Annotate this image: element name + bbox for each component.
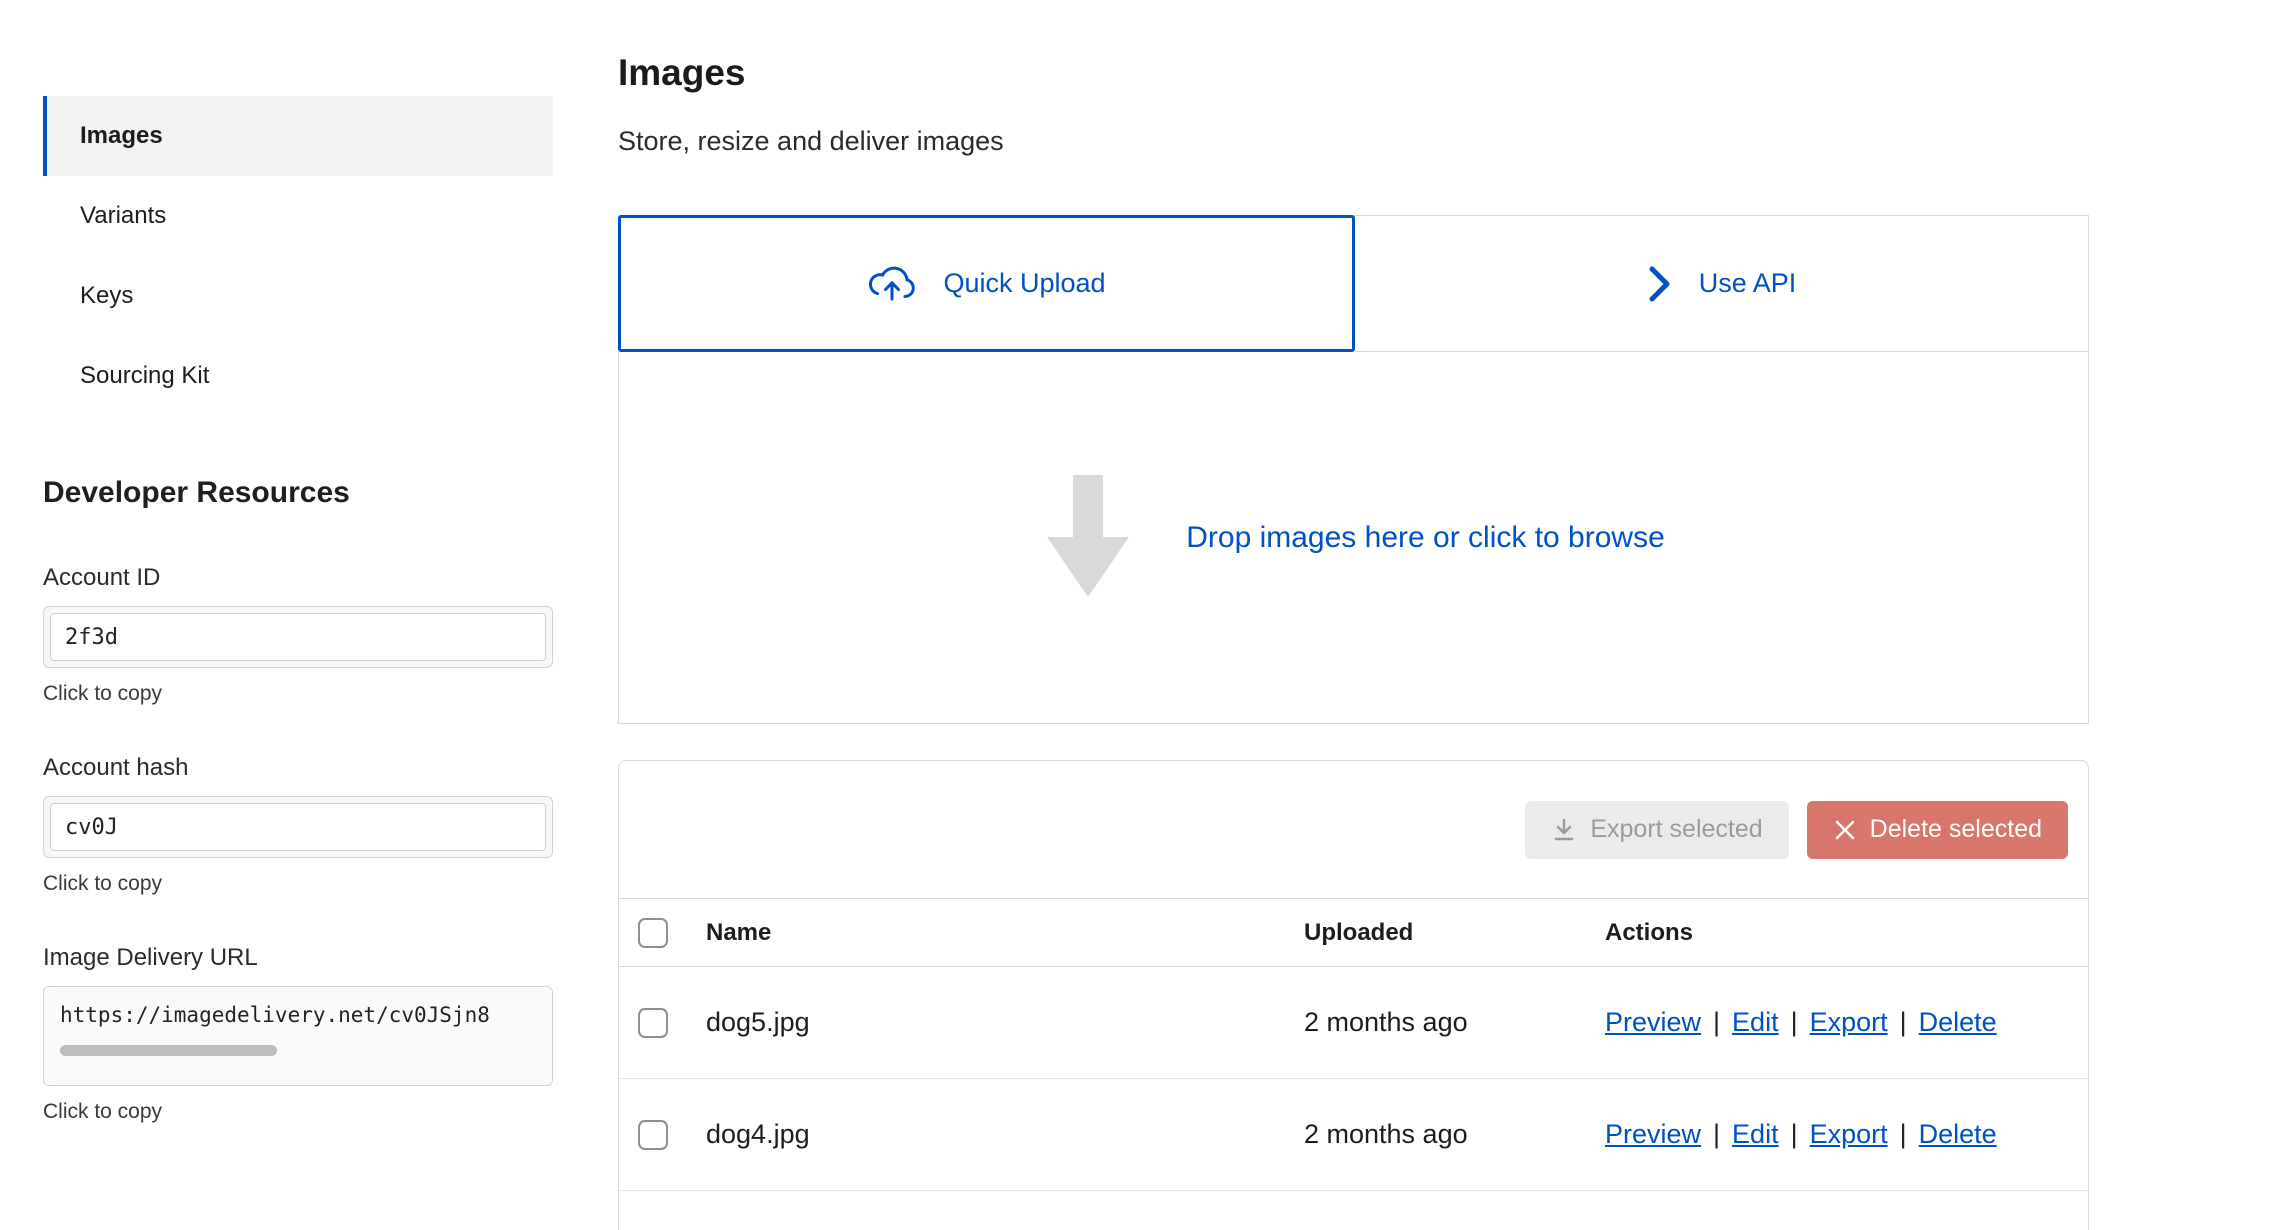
chevron-right-icon (1647, 264, 1673, 304)
account-hash-value-box: cv0J (50, 803, 546, 851)
sidebar-item-keys[interactable]: Keys (43, 256, 553, 336)
export-selected-label: Export selected (1590, 815, 1762, 844)
delivery-url-copy-hint: Click to copy (43, 1100, 553, 1124)
cloud-upload-icon (867, 265, 917, 303)
sidebar-item-label: Keys (80, 282, 133, 310)
delete-link[interactable]: Delete (1919, 1119, 1997, 1149)
page-title: Images (618, 52, 2089, 94)
uploaded-time: 2 months ago (1304, 1119, 1605, 1150)
sidebar-item-label: Images (80, 122, 163, 150)
column-header-actions: Actions (1605, 919, 2088, 947)
account-id-value: 2f3d (65, 625, 118, 650)
account-id-value-box: 2f3d (50, 613, 546, 661)
export-selected-button[interactable]: Export selected (1525, 801, 1788, 859)
delete-selected-button[interactable]: Delete selected (1807, 801, 2068, 859)
account-hash-label: Account hash (43, 754, 553, 782)
action-separator: | (1713, 1119, 1720, 1149)
developer-resources-heading: Developer Resources (43, 476, 553, 510)
table-row: dog4.jpg 2 months ago Preview | Edit | Expor… (619, 1079, 2088, 1191)
tab-quick-upload[interactable]: Quick Upload (618, 215, 1355, 352)
delivery-url-field: Image Delivery URL https://imagedelivery… (43, 944, 553, 1124)
action-separator: | (1713, 1007, 1720, 1037)
action-separator: | (1900, 1007, 1907, 1037)
action-separator: | (1900, 1119, 1907, 1149)
delivery-url-label: Image Delivery URL (43, 944, 553, 972)
dropzone-text: Drop images here or click to browse (1186, 521, 1665, 555)
file-name: dog5.jpg (706, 1007, 1304, 1038)
account-id-copy-hint: Click to copy (43, 682, 553, 706)
upload-tabs: Quick Upload Use API (618, 215, 2089, 352)
row-actions: Preview | Edit | Export | Delete (1605, 1119, 2088, 1150)
sidebar-item-sourcing-kit[interactable]: Sourcing Kit (43, 336, 553, 416)
page-subtitle: Store, resize and deliver images (618, 126, 2089, 157)
dropzone[interactable]: Drop images here or click to browse (618, 352, 2089, 724)
export-link[interactable]: Export (1810, 1119, 1888, 1149)
delete-link[interactable]: Delete (1919, 1007, 1997, 1037)
tab-use-api[interactable]: Use API (1355, 215, 2089, 352)
sidebar-item-variants[interactable]: Variants (43, 176, 553, 256)
select-all-checkbox[interactable] (638, 918, 668, 948)
table-row: dog5.jpg 2 months ago Preview | Edit | Expor… (619, 967, 2088, 1079)
preview-link[interactable]: Preview (1605, 1007, 1701, 1037)
table-toolbar: Export selected Delete selected (619, 761, 2088, 898)
download-icon (1551, 817, 1577, 843)
edit-link[interactable]: Edit (1732, 1119, 1779, 1149)
column-header-uploaded: Uploaded (1304, 919, 1605, 947)
sidebar-item-label: Variants (80, 202, 166, 230)
sidebar: Images Variants Keys Sourcing Kit Develo… (43, 96, 553, 1124)
row-checkbox[interactable] (638, 1008, 668, 1038)
row-actions: Preview | Edit | Export | Delete (1605, 1007, 2088, 1038)
edit-link[interactable]: Edit (1732, 1007, 1779, 1037)
sidebar-item-label: Sourcing Kit (80, 362, 209, 390)
account-id-input[interactable]: 2f3d (43, 606, 553, 668)
export-link[interactable]: Export (1810, 1007, 1888, 1037)
preview-link[interactable]: Preview (1605, 1119, 1701, 1149)
account-hash-value: cv0J (65, 815, 118, 840)
account-hash-copy-hint: Click to copy (43, 872, 553, 896)
images-table-card: Export selected Delete selected Name Upl… (618, 760, 2089, 1230)
action-separator: | (1791, 1007, 1798, 1037)
row-checkbox[interactable] (638, 1120, 668, 1150)
sidebar-item-images[interactable]: Images (43, 96, 553, 176)
horizontal-scrollbar[interactable] (60, 1045, 277, 1056)
uploaded-time: 2 months ago (1304, 1007, 1605, 1038)
delivery-url-input[interactable]: https://imagedelivery.net/cv0JSjn8 (43, 986, 553, 1086)
file-name: dog4.jpg (706, 1119, 1304, 1150)
account-hash-input[interactable]: cv0J (43, 796, 553, 858)
main-content: Images Store, resize and deliver images … (618, 52, 2089, 1230)
column-header-name: Name (706, 919, 1304, 947)
account-hash-field: Account hash cv0J Click to copy (43, 754, 553, 896)
delete-selected-label: Delete selected (1870, 815, 2042, 844)
x-icon (1833, 818, 1857, 842)
action-separator: | (1791, 1119, 1798, 1149)
table-header-row: Name Uploaded Actions (619, 898, 2088, 967)
tab-label: Quick Upload (943, 268, 1105, 299)
upload-card: Quick Upload Use API Drop images here or… (618, 215, 2089, 724)
delivery-url-value: https://imagedelivery.net/cv0JSjn8 (60, 1003, 542, 1027)
account-id-field: Account ID 2f3d Click to copy (43, 564, 553, 706)
tab-label: Use API (1699, 268, 1797, 299)
account-id-label: Account ID (43, 564, 553, 592)
drop-arrow-icon (1042, 475, 1134, 600)
sidebar-nav: Images Variants Keys Sourcing Kit (43, 96, 553, 416)
